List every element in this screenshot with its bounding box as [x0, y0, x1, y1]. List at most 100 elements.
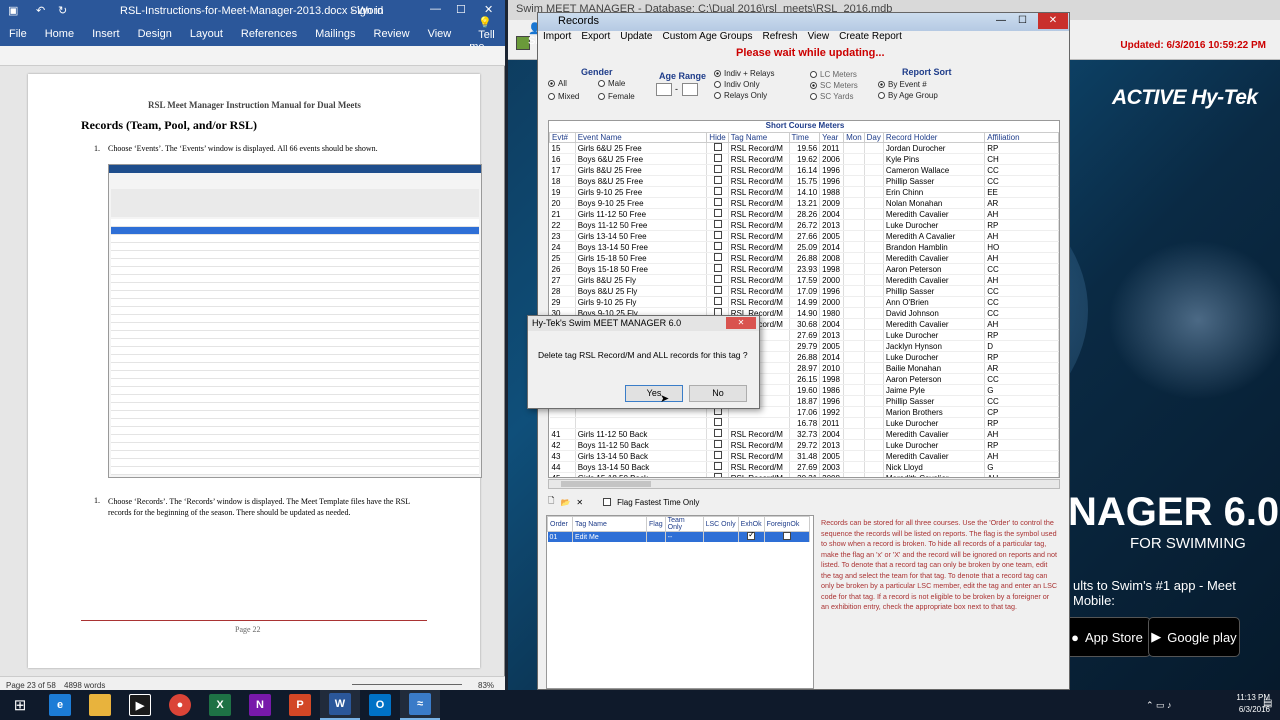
record-day[interactable]: [864, 439, 884, 451]
record-holder[interactable]: Aaron Peterson: [883, 263, 986, 275]
record-affiliation[interactable]: G: [984, 384, 1059, 396]
record-time[interactable]: 26.15: [789, 373, 821, 385]
record-tag-name[interactable]: RSL Record/M: [728, 153, 790, 165]
record-evt[interactable]: 17: [549, 164, 576, 176]
record-mon[interactable]: [843, 373, 865, 385]
record-row[interactable]: 42 Boys 11-12 50 Back RSL Record/M 29.72 201…: [549, 439, 1059, 451]
record-year[interactable]: 1998: [819, 373, 845, 385]
record-tag-name[interactable]: RSL Record/M: [728, 285, 790, 297]
record-holder[interactable]: Phillip Sasser: [883, 285, 986, 297]
excel-icon[interactable]: X: [200, 690, 240, 720]
record-day[interactable]: [864, 263, 884, 275]
record-mon[interactable]: [843, 230, 865, 242]
record-day[interactable]: [864, 219, 884, 231]
records-maximize-icon[interactable]: ☐: [1018, 15, 1027, 26]
powerpoint-icon[interactable]: P: [280, 690, 320, 720]
col-mon[interactable]: Mon: [843, 132, 865, 143]
record-holder[interactable]: Luke Durocher: [883, 439, 986, 451]
record-tag-name[interactable]: RSL Record/M: [728, 241, 790, 253]
record-row[interactable]: 27 Girls 8&U 25 Fly RSL Record/M 17.59 2000 M…: [549, 274, 1059, 286]
record-holder[interactable]: Brandon Hamblin: [883, 241, 986, 253]
record-holder[interactable]: Aaron Peterson: [883, 373, 986, 385]
record-affiliation[interactable]: CC: [984, 395, 1059, 407]
hide-checkbox[interactable]: [713, 187, 722, 195]
record-evt[interactable]: 44: [549, 461, 576, 473]
flag-fastest-checkbox[interactable]: [603, 498, 612, 506]
record-day[interactable]: [864, 450, 884, 462]
hide-checkbox[interactable]: [713, 429, 722, 437]
menu-create-report[interactable]: Create Report: [834, 31, 907, 45]
record-tag-name[interactable]: RSL Record/M: [728, 274, 790, 286]
record-holder[interactable]: Phillip Sasser: [883, 175, 986, 187]
media-player-icon[interactable]: ▶: [120, 690, 160, 720]
record-day[interactable]: [864, 241, 884, 253]
record-event-name[interactable]: Boys 9-10 25 Free: [575, 197, 708, 209]
record-mon[interactable]: [843, 241, 865, 253]
record-evt[interactable]: 24: [549, 241, 576, 253]
chrome-icon[interactable]: ●: [160, 690, 200, 720]
record-event-name[interactable]: Girls 8&U 25 Free: [575, 164, 708, 176]
menu-view[interactable]: View: [803, 31, 835, 45]
record-year[interactable]: 2005: [819, 340, 845, 352]
record-year[interactable]: 1998: [819, 263, 845, 275]
record-day[interactable]: [864, 208, 884, 220]
record-day[interactable]: [864, 285, 884, 297]
tag-lsc[interactable]: [703, 531, 739, 542]
tag-exh-ok[interactable]: [738, 530, 765, 542]
record-day[interactable]: [864, 307, 884, 319]
record-year[interactable]: 1980: [819, 307, 845, 319]
record-event-name[interactable]: [575, 417, 708, 429]
record-event-name[interactable]: Girls 9-10 25 Free: [575, 186, 708, 198]
record-day[interactable]: [864, 318, 884, 330]
record-row[interactable]: 16.78 2011 Luke Durocher RP: [549, 417, 1059, 429]
record-holder[interactable]: Nolan Monahan: [883, 197, 986, 209]
lc-meters-radio[interactable]: LC Meters: [810, 70, 857, 79]
page-count[interactable]: Page 23 of 58: [6, 681, 56, 690]
redo-icon[interactable]: ↻: [58, 4, 67, 17]
record-time[interactable]: 26.88: [789, 252, 821, 264]
record-row[interactable]: 21 Girls 11-12 50 Free RSL Record/M 28.26 20…: [549, 208, 1059, 220]
google-play-button[interactable]: ▶ Google play: [1148, 617, 1240, 657]
record-mon[interactable]: [843, 472, 865, 477]
tag-flag[interactable]: [646, 531, 666, 542]
record-evt[interactable]: 28: [549, 285, 576, 297]
gender-male-radio[interactable]: Male: [598, 79, 625, 88]
record-holder[interactable]: Luke Durocher: [883, 219, 986, 231]
record-row[interactable]: 44 Boys 13-14 50 Back RSL Record/M 27.69 200…: [549, 461, 1059, 473]
record-affiliation[interactable]: CC: [984, 307, 1059, 319]
new-tag-icon[interactable]: 🗋: [548, 495, 554, 509]
tags-grid[interactable]: Order Tag Name Flag Team Only LSC Only E…: [546, 515, 814, 689]
record-year[interactable]: 1992: [819, 406, 845, 418]
record-year[interactable]: 2004: [819, 318, 845, 330]
record-event-name[interactable]: Boys 15-18 50 Free: [575, 263, 708, 275]
record-holder[interactable]: Meredith Cavalier: [883, 428, 986, 440]
record-hide-checkbox[interactable]: [706, 263, 729, 275]
col-time[interactable]: Time: [788, 132, 821, 143]
record-year[interactable]: 2000: [819, 274, 845, 286]
record-hide-checkbox[interactable]: [706, 208, 729, 220]
record-event-name[interactable]: Girls 13-14 50 Free: [575, 230, 708, 242]
gender-female-radio[interactable]: Female: [598, 92, 635, 101]
record-holder[interactable]: Marion Brothers: [883, 406, 986, 418]
record-year[interactable]: 1986: [819, 384, 845, 396]
record-hide-checkbox[interactable]: [706, 472, 729, 477]
tab-design[interactable]: Design: [129, 28, 181, 40]
record-evt[interactable]: 22: [549, 219, 576, 231]
record-evt[interactable]: 23: [549, 230, 576, 242]
hide-checkbox[interactable]: [713, 154, 722, 162]
record-time[interactable]: 19.60: [789, 384, 821, 396]
record-day[interactable]: [864, 373, 884, 385]
save-icon[interactable]: ▣: [8, 4, 18, 17]
record-holder[interactable]: Meredith Cavalier: [883, 274, 986, 286]
record-holder[interactable]: Bailie Monahan: [883, 362, 986, 374]
record-evt[interactable]: 41: [549, 428, 576, 440]
tab-review[interactable]: Review: [365, 28, 419, 40]
record-affiliation[interactable]: CH: [984, 153, 1059, 165]
hide-checkbox[interactable]: [713, 231, 722, 239]
record-year[interactable]: 2009: [819, 197, 845, 209]
edge-icon[interactable]: e: [40, 690, 80, 720]
word-count[interactable]: 4898 words: [64, 681, 105, 690]
tag-team[interactable]: --: [665, 531, 704, 542]
record-tag-name[interactable]: RSL Record/M: [728, 219, 790, 231]
record-holder[interactable]: Phillip Sasser: [883, 395, 986, 407]
